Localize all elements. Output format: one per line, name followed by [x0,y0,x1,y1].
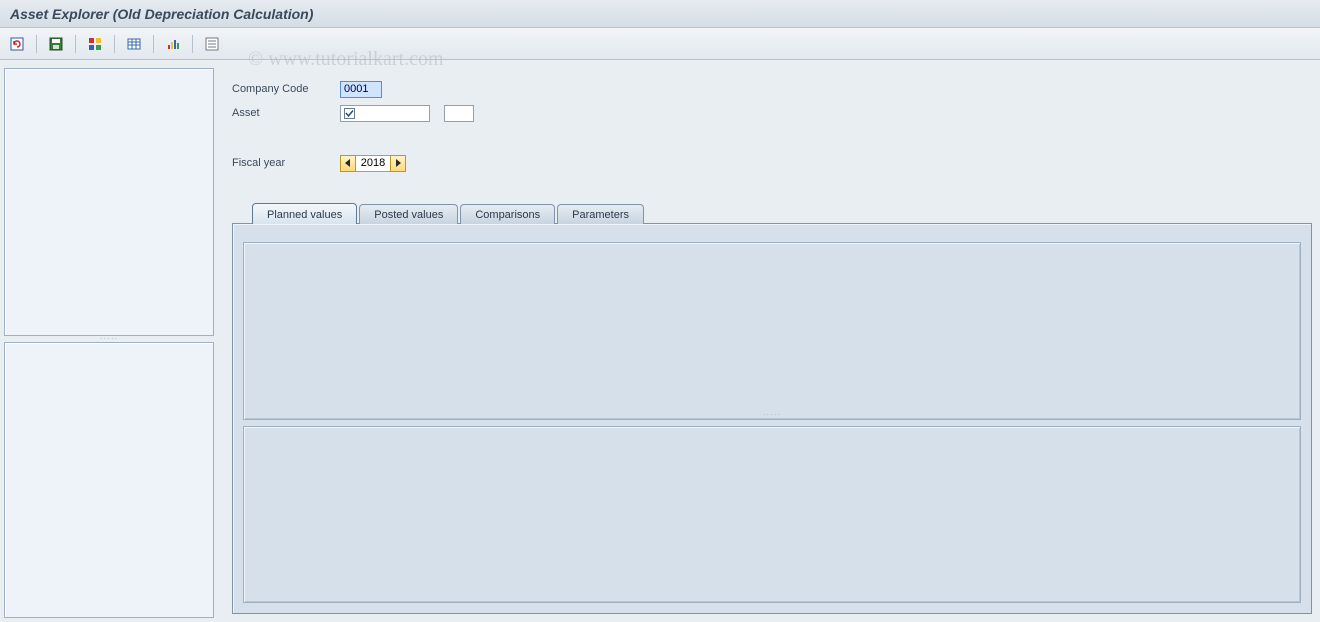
tab-strip: Planned values Posted values Comparisons… [252,202,1312,223]
left-panel-top: ····· [4,68,214,336]
asset-sub-input[interactable] [444,105,474,122]
asset-row: Asset [232,102,1312,124]
year-next-button[interactable] [390,155,406,172]
content-panel-upper: ····· [243,242,1301,420]
year-prev-button[interactable] [340,155,356,172]
company-code-row: Company Code [232,78,1312,100]
toolbar-separator [192,35,193,53]
toolbar-separator [153,35,154,53]
tab-posted-values[interactable]: Posted values [359,204,458,224]
page-title: Asset Explorer (Old Depreciation Calcula… [10,6,313,22]
list-button[interactable] [201,33,223,55]
company-code-label: Company Code [232,83,340,95]
company-code-input[interactable] [340,81,382,98]
tab-comparisons[interactable]: Comparisons [460,204,555,224]
left-panel-bottom [4,342,214,618]
fiscal-year-label: Fiscal year [232,157,340,169]
fiscal-year-row: Fiscal year 2018 [232,152,1312,174]
refresh-button[interactable] [6,33,28,55]
toolbar-separator [114,35,115,53]
title-bar: Asset Explorer (Old Depreciation Calcula… [0,0,1320,28]
asset-input[interactable] [340,105,430,122]
tab-parameters[interactable]: Parameters [557,204,644,224]
main-area: ····· Company Code Asset Fiscal year 201… [0,60,1320,622]
tab-content: ····· [232,223,1312,614]
table-button[interactable] [123,33,145,55]
asset-label: Asset [232,107,340,119]
triangle-left-icon [344,159,352,167]
fiscal-year-value[interactable]: 2018 [356,155,390,172]
grid-button-1[interactable] [84,33,106,55]
fiscal-year-spinner: 2018 [340,155,406,172]
right-column: Company Code Asset Fiscal year 2018 [218,60,1320,622]
left-column: ····· [0,60,218,622]
save-button[interactable] [45,33,67,55]
chart-button[interactable] [162,33,184,55]
toolbar-separator [36,35,37,53]
resize-grip-icon[interactable]: ····· [5,335,213,341]
content-panel-lower [243,426,1301,604]
triangle-right-icon [394,159,402,167]
tab-planned-values[interactable]: Planned values [252,203,357,224]
resize-grip-icon[interactable]: ····· [763,410,781,419]
toolbar [0,28,1320,60]
toolbar-separator [75,35,76,53]
checkbox-icon [344,108,355,119]
